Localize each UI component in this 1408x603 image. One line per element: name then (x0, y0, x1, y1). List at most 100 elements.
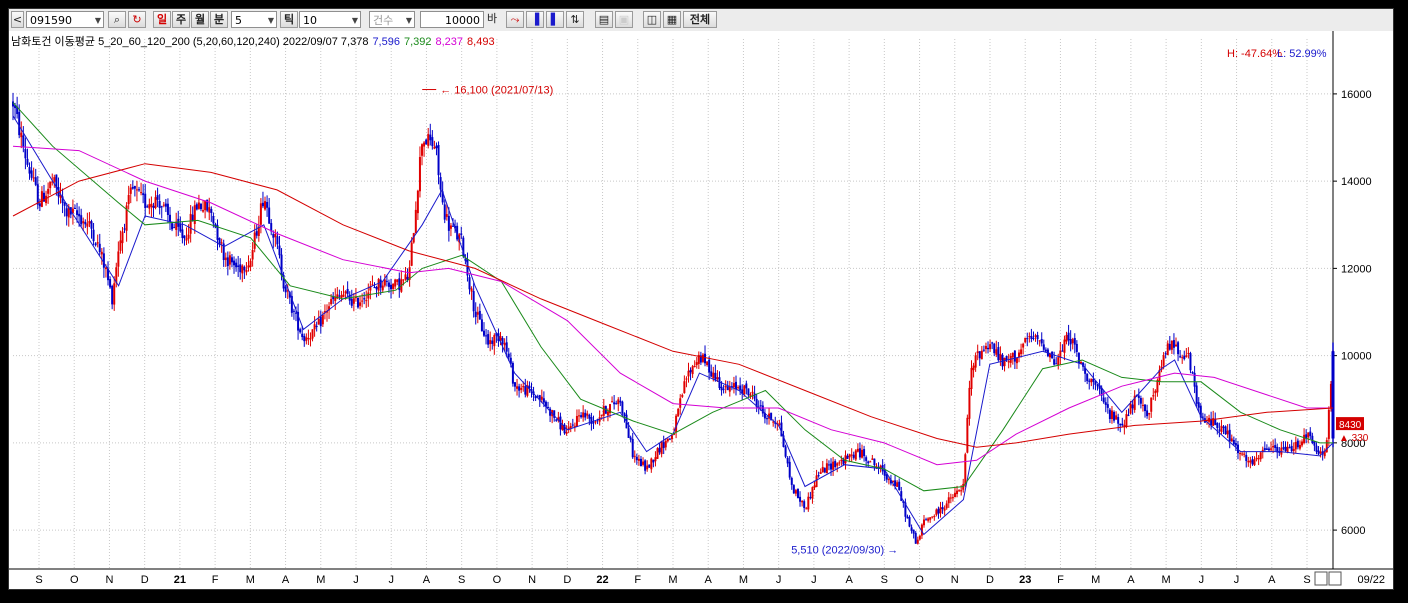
candle-body (1104, 402, 1107, 405)
candle-body (991, 342, 994, 344)
candle-body (452, 225, 454, 227)
candle-body (916, 539, 919, 544)
x-tick-label: A (1127, 574, 1135, 586)
candle-body (937, 508, 940, 514)
candle-body (832, 461, 835, 470)
candle-body (856, 448, 859, 452)
candle-body (321, 314, 324, 325)
candle-body (117, 251, 120, 267)
chevron-down-icon: ▼ (94, 16, 101, 25)
candle-body (162, 204, 165, 206)
candle-body (49, 181, 52, 189)
candle-body (32, 177, 35, 179)
candle-body (817, 475, 820, 477)
candle-body (637, 458, 640, 461)
candle-body (1071, 339, 1074, 344)
candle-body (394, 279, 397, 287)
candle-body (402, 279, 405, 281)
low-annotation: 5,510 (2022/09/30) → (791, 544, 898, 556)
candle-body (844, 455, 847, 464)
tab-monthly[interactable]: 월 (191, 11, 209, 28)
refresh-icon[interactable]: ↻ (128, 11, 146, 28)
y-tick-label: 12000 (1341, 263, 1372, 275)
candle-body (1317, 450, 1320, 455)
candle-body (662, 442, 665, 449)
candle-body (966, 417, 969, 453)
x-tick-label: F (212, 574, 219, 586)
candle-body (1090, 378, 1093, 383)
low-percent: L: 52.99% (1277, 48, 1327, 60)
count-input[interactable]: 10000 (420, 11, 484, 28)
ma5-value: 7,596 (372, 36, 400, 48)
candle-body (379, 279, 382, 288)
candle-body (90, 221, 93, 229)
candle-body (1119, 423, 1122, 426)
candle-body (1164, 353, 1167, 355)
document-icon[interactable]: ▤ (595, 11, 613, 28)
candle-body (383, 279, 386, 286)
candle-body (38, 203, 41, 207)
tab-minute[interactable]: 분 (210, 11, 228, 28)
candle-body (20, 132, 23, 138)
candle-body (799, 496, 802, 502)
price-chart[interactable]: 6000800010000120001400016000 S O N D 21 F M A M J… (9, 31, 1393, 589)
up-down-arrows-icon[interactable]: ⇅ (566, 11, 584, 28)
candle-body (968, 387, 971, 419)
magnifier-icon[interactable]: ⌕ (108, 11, 126, 28)
candle-body (1187, 352, 1190, 354)
candle-body (1315, 445, 1318, 452)
candle-body (230, 257, 233, 263)
candle-body (1189, 353, 1192, 371)
candle-body (830, 463, 833, 470)
all-button[interactable]: 전체 (683, 11, 717, 28)
tick-select[interactable]: 10 ▼ (299, 11, 361, 28)
candle-body (980, 350, 983, 360)
candle-body (123, 228, 126, 230)
candle-body (1294, 441, 1297, 450)
nav-prev-button[interactable]: < (11, 11, 24, 28)
stock-code-input[interactable]: 091590 ▼ (26, 11, 104, 28)
period-select[interactable]: 5 ▼ (231, 11, 277, 28)
candle-body (722, 388, 725, 390)
grid-table-icon[interactable]: ▦ (663, 11, 681, 28)
tab-daily[interactable]: 일 (153, 11, 171, 28)
candle-body (1088, 380, 1091, 382)
candle-body (346, 288, 349, 294)
candle-body (1028, 336, 1031, 338)
candle-body (1144, 404, 1147, 412)
copy-icon[interactable]: ▣ (615, 11, 633, 28)
count-mode-select[interactable]: 건수 ▼ (369, 11, 415, 28)
candle-body (685, 378, 688, 380)
candle-body (939, 507, 942, 514)
candle-body (687, 370, 690, 377)
candle-body (827, 464, 830, 466)
zoom-icon (1328, 571, 1342, 586)
x-tick-label: F (1057, 574, 1064, 586)
candle-body (1053, 359, 1056, 365)
candle-body (447, 215, 450, 231)
candle-body (1022, 343, 1025, 348)
volume-bars-icon[interactable]: ▌ (546, 11, 564, 28)
candle-body (1251, 459, 1254, 465)
candle-body (76, 210, 79, 215)
candle-body (92, 229, 95, 242)
candle-body (631, 439, 634, 458)
x-tick-label: N (951, 574, 959, 586)
candle-body (949, 497, 952, 499)
split-view-icon[interactable]: ◫ (643, 11, 661, 28)
candle-body (803, 501, 806, 508)
candle-body (1152, 395, 1155, 397)
x-tick-label: D (141, 574, 149, 586)
tab-weekly[interactable]: 주 (172, 11, 190, 28)
tick-button[interactable]: 틱 (280, 11, 298, 28)
candle-body (235, 262, 238, 268)
candle-body (24, 149, 27, 159)
candle-body (1245, 454, 1248, 461)
candle-body (264, 201, 267, 210)
bar-chart-icon[interactable]: ▐ (526, 11, 544, 28)
candle-body (404, 274, 407, 280)
line-chart-icon[interactable]: ⤳ (506, 11, 524, 28)
candle-body (809, 497, 812, 499)
x-end-label: 09/22 (1357, 574, 1385, 586)
candle-body (387, 282, 390, 287)
